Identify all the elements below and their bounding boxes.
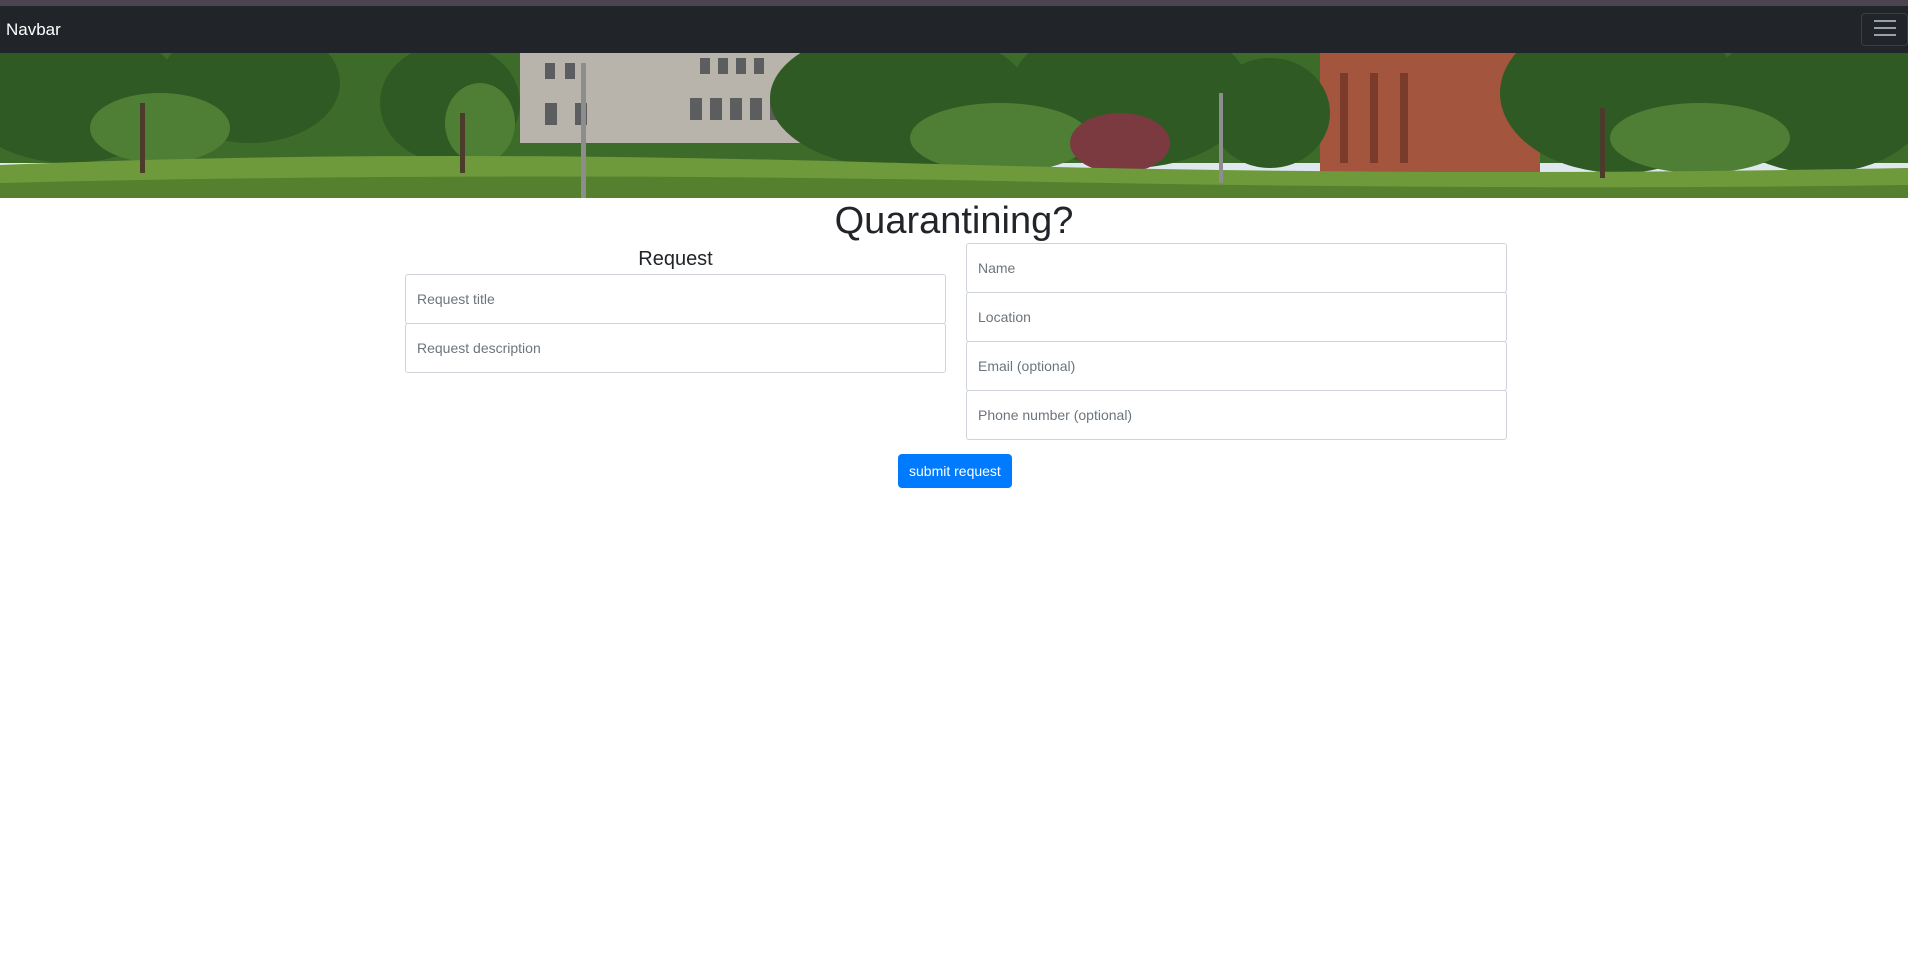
navbar-toggler-button[interactable] xyxy=(1861,13,1908,46)
navbar-brand[interactable]: Navbar xyxy=(6,20,61,40)
request-column: Request xyxy=(405,244,946,373)
campus-banner-image xyxy=(0,53,1908,198)
contact-column xyxy=(966,243,1507,440)
request-description-input[interactable] xyxy=(405,323,946,373)
navbar: Navbar xyxy=(0,6,1908,53)
name-input[interactable] xyxy=(966,243,1507,293)
submit-request-button[interactable]: submit request xyxy=(898,454,1012,488)
phone-input[interactable] xyxy=(966,390,1507,440)
request-form: Request submit request xyxy=(0,243,1908,494)
submit-wrap: submit request xyxy=(898,454,1012,488)
page-title: Quarantining? xyxy=(834,200,1074,242)
request-heading: Request xyxy=(638,248,713,270)
email-input[interactable] xyxy=(966,341,1507,391)
location-input[interactable] xyxy=(966,292,1507,342)
request-title-input[interactable] xyxy=(405,274,946,324)
hamburger-icon xyxy=(1873,19,1896,40)
